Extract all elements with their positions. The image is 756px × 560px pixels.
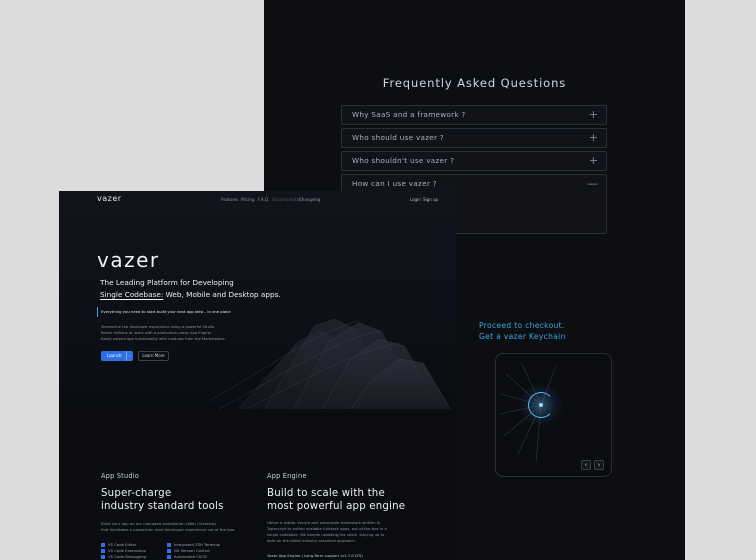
app-studio-description: Build your app on our managed workstatio… <box>101 521 235 533</box>
app-engine-desc-line: date on the latest industry standard app… <box>267 538 356 543</box>
top-navbar: vazer Features Pricing F.A.Q. Documentat… <box>59 191 456 207</box>
feature-label: Integrated ZSH Terminal <box>174 542 221 547</box>
faq-question: Who shouldn't use vazer ? <box>352 156 455 165</box>
nav-link-changelog[interactable]: Changelog <box>299 197 320 202</box>
carousel-next-button[interactable]: › <box>594 460 604 470</box>
feature-item: Git Version Control <box>167 548 210 553</box>
hero-logo: vazer <box>97 248 160 272</box>
hero-tagline-line-1: The Leading Platform for Developing <box>100 278 234 287</box>
feature-item: Integrated ZSH Terminal <box>167 542 220 547</box>
nav-logo[interactable]: vazer <box>97 194 122 203</box>
checkout-line-2: Get a vazer Keychain <box>479 332 566 341</box>
carousel-prev-button[interactable]: ‹ <box>581 460 591 470</box>
chevron-right-icon: › <box>126 351 131 361</box>
hero-desc-line: Easily extend app functionality with mod… <box>101 337 226 341</box>
check-icon <box>167 554 171 559</box>
hero-tagline-line-2: Single Codebase: Web, Mobile and Desktop… <box>100 290 281 299</box>
hero-section: vazer Features Pricing F.A.Q. Documentat… <box>59 191 456 419</box>
app-engine-support-line: Vazer App Engine | Long-Term support (v1… <box>267 553 363 558</box>
keychain-dot <box>539 403 543 407</box>
launch-button[interactable]: Launch › <box>101 351 133 361</box>
faq-item[interactable]: Why SaaS and a framework ? + <box>341 105 607 125</box>
nav-link-features[interactable]: Features <box>221 197 238 202</box>
hero-notice: Everything you need to start build your … <box>97 307 267 317</box>
feature-item: VS Code Debugging <box>101 554 146 559</box>
faq-question: How can I use vazer ? <box>352 179 437 188</box>
feature-item: VS Code Extensions <box>101 548 146 553</box>
app-studio-label: App Studio <box>101 472 139 480</box>
faq-item[interactable]: Who shouldn't use vazer ? + <box>341 151 607 171</box>
check-icon <box>101 554 105 559</box>
feature-label: VS Code Debugging <box>108 554 146 559</box>
faq-item[interactable]: Who should use vazer ? + <box>341 128 607 148</box>
feature-item: Automated CI/CD <box>167 554 207 559</box>
check-icon <box>101 548 105 553</box>
checkout-line-1: Proceed to checkout. <box>479 321 565 330</box>
faq-question: Who should use vazer ? <box>352 133 444 142</box>
minus-icon[interactable]: — <box>587 177 598 191</box>
learn-more-button[interactable]: Learn More <box>138 351 169 361</box>
check-icon <box>167 542 171 547</box>
tagline-rest: Web, Mobile and Desktop apps. <box>163 290 281 299</box>
checkout-heading: Proceed to checkout. Get a vazer Keychai… <box>479 320 609 342</box>
keychain-product-card[interactable]: ‹ › <box>495 353 612 477</box>
feature-label: Git Version Control <box>174 548 210 553</box>
app-studio-title-line-1: Super-charge <box>101 488 172 499</box>
check-icon <box>167 548 171 553</box>
app-engine-title-line-1: Build to scale with the <box>267 488 385 499</box>
plus-icon[interactable]: + <box>589 131 598 145</box>
feature-label: Automated CI/CD <box>174 554 207 559</box>
nav-link-faq[interactable]: F.A.Q. <box>258 197 269 202</box>
app-studio-title-line-2: industry standard tools <box>101 501 224 512</box>
app-studio-title: Super-charge industry standard tools <box>101 487 224 513</box>
login-link[interactable]: Login <box>410 197 421 202</box>
app-engine-description: Utilize a stable, secure and extensible … <box>267 520 387 544</box>
launch-label: Launch <box>107 353 122 358</box>
hero-description: Streamline the developer experience usin… <box>101 324 251 342</box>
app-engine-label: App Engine <box>267 472 307 480</box>
hero-wave-graphic <box>59 318 456 419</box>
nav-link-pricing[interactable]: Pricing <box>241 197 254 202</box>
plus-icon[interactable]: + <box>589 154 598 168</box>
app-engine-title: Build to scale with the most powerful ap… <box>267 487 405 513</box>
app-studio-desc-line: that facilitates a production level deve… <box>101 527 236 532</box>
plus-icon[interactable]: + <box>589 108 598 122</box>
faq-title: Frequently Asked Questions <box>382 76 567 90</box>
feature-label: VS Code Editor <box>108 542 137 547</box>
tagline-underlined: Single Codebase: <box>100 290 164 299</box>
check-icon <box>101 542 105 547</box>
app-engine-title-line-2: most powerful app engine <box>267 501 406 512</box>
feature-label: VS Code Extensions <box>108 548 146 553</box>
faq-question: Why SaaS and a framework ? <box>352 110 466 119</box>
landing-page: vazer Features Pricing F.A.Q. Documentat… <box>59 191 456 560</box>
signup-link[interactable]: Sign up <box>423 197 438 202</box>
feature-item: VS Code Editor <box>101 542 136 547</box>
